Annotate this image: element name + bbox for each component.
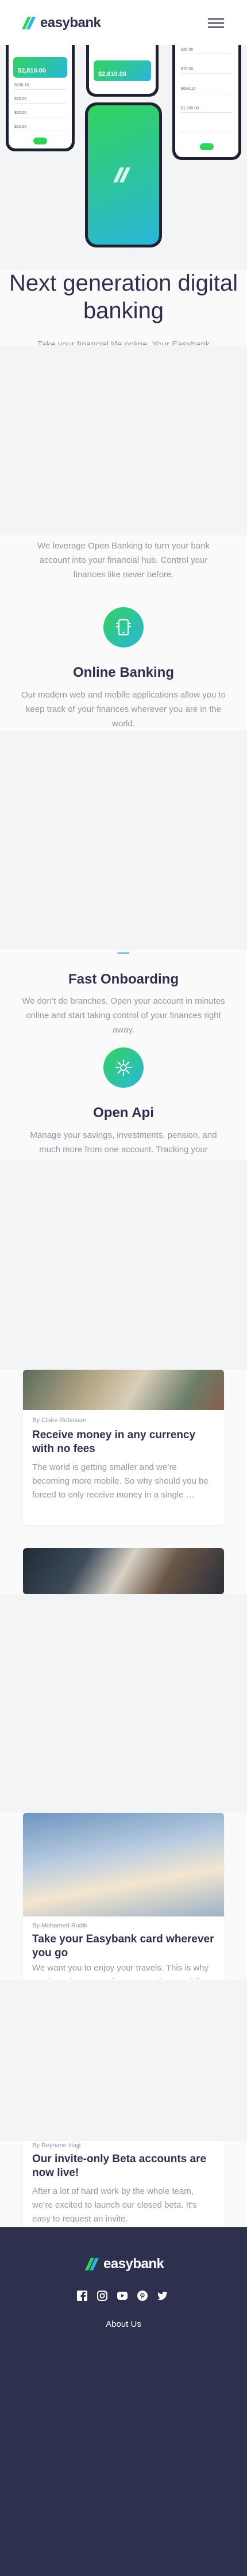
site-header: easybank	[0, 0, 247, 45]
footer-logo[interactable]: easybank	[84, 2256, 164, 2272]
phone-main	[85, 102, 162, 247]
footer-link-about[interactable]: About Us	[0, 2319, 247, 2329]
row-right-3: $698.16	[181, 87, 196, 91]
row-right-4: $1,200.00	[181, 106, 199, 110]
row-left-4: $50.00	[14, 125, 27, 129]
feature-title-onboarding: Fast Onboarding	[68, 971, 179, 987]
feature-text-onboarding: We don’t do branches. Open your account …	[22, 996, 225, 1035]
blank-band	[0, 1160, 247, 1370]
brand-name: easybank	[40, 15, 101, 31]
article-title[interactable]: Take your Easybank card wherever you go	[32, 1933, 215, 1960]
pinterest-icon[interactable]	[137, 2291, 148, 2301]
hero-title: Next generation digital banking	[9, 270, 238, 323]
blank-band	[0, 1594, 247, 1813]
balance-mid: $2,810.00	[98, 71, 126, 78]
article-image-restaurant	[23, 1548, 224, 1594]
blank-band	[0, 731, 247, 950]
row-left-1: $698.16	[14, 83, 29, 87]
onboarding-icon	[118, 952, 129, 954]
facebook-icon[interactable]	[77, 2291, 87, 2301]
youtube-icon[interactable]	[117, 2291, 128, 2301]
logo-mark-icon	[113, 167, 134, 182]
article-image-plane	[23, 1813, 224, 1916]
article-author: By Mohamed Rudik	[32, 1922, 87, 1929]
article-author: By Claire Robinson	[32, 1417, 87, 1424]
row-left-2: $35.00	[14, 97, 27, 101]
row-right-1: $35.00	[181, 48, 194, 52]
social-links	[77, 2291, 168, 2301]
phone-right: $35.00 $70.50 $698.16 $1,200.00	[172, 45, 241, 160]
row-right-2: $70.50	[181, 67, 194, 71]
phone-mid: $2,810.00	[86, 45, 159, 97]
article-author: By Reyhane Hajji	[32, 2142, 81, 2149]
blank-band	[0, 1980, 247, 2141]
feature-title-open-api: Open Api	[93, 1105, 154, 1121]
logo-mark-icon	[84, 2258, 99, 2270]
article-card-2[interactable]	[23, 1548, 224, 1594]
article-card-4[interactable]: By Reyhane Hajji Our invite-only Beta ac…	[23, 2141, 224, 2227]
brand-logo[interactable]: easybank	[21, 15, 101, 31]
hero-subtitle: Take your financial life online. Your Ea…	[37, 340, 210, 345]
twitter-icon[interactable]	[157, 2291, 168, 2301]
feature-text-online-banking: Our modern web and mobile applications a…	[21, 690, 226, 729]
article-card-3[interactable]: By Mohamed Rudik Take your Easybank card…	[23, 1813, 224, 1980]
article-excerpt: After a lot of hard work by the whole te…	[32, 2186, 197, 2224]
article-excerpt: We want you to enjoy your travels. This …	[32, 1963, 209, 1979]
feature-text-open-api: Manage your savings, investments, pensio…	[30, 1130, 217, 1154]
feature-title-online-banking: Online Banking	[72, 665, 174, 680]
balance-left: $2,810.00	[18, 67, 46, 74]
instagram-icon[interactable]	[97, 2291, 107, 2301]
site-footer: easybank About Us	[0, 2227, 247, 2576]
open-api-icon	[103, 1047, 144, 1088]
article-image-currency	[23, 1370, 224, 1410]
article-card-1[interactable]: By Claire Robinson Receive money in any …	[23, 1370, 224, 1525]
hamburger-icon[interactable]	[208, 18, 224, 28]
footer-brand-name: easybank	[103, 2256, 164, 2272]
features-intro: We leverage Open Banking to turn your ba…	[37, 541, 210, 580]
row-left-3: $60.00	[14, 111, 27, 115]
logo-mark-icon	[21, 17, 36, 29]
article-title[interactable]: Our invite-only Beta accounts are now li…	[32, 2152, 215, 2180]
article-title[interactable]: Receive money in any currency with no fe…	[32, 1428, 215, 1456]
article-excerpt: The world is getting smaller and we’re b…	[32, 1462, 209, 1500]
phone-left: $2,810.00 $698.16 $35.00 $60.00 $50.00	[6, 45, 75, 151]
blank-band	[0, 345, 247, 535]
hero-section: $2,810.00 $698.16 $35.00 $60.00 $50.00 $…	[0, 45, 247, 269]
online-banking-icon	[103, 607, 144, 647]
